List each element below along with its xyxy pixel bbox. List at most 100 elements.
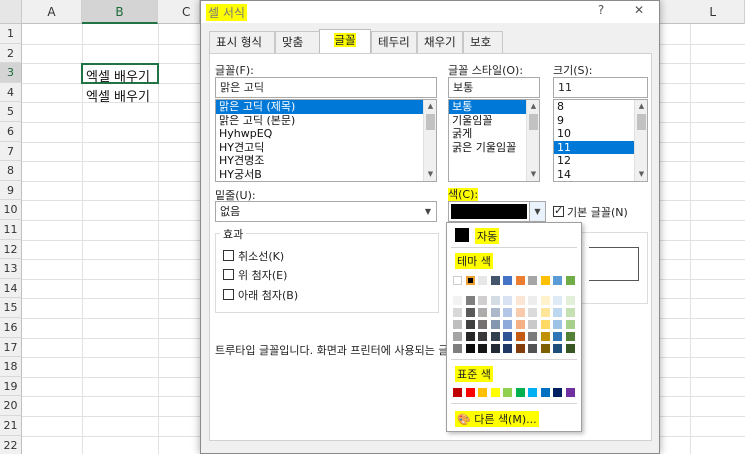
font-list[interactable]: 맑은 고딕 (제목) 맑은 고딕 (본문) HyhwpEQ HY견고딕 HY견명조 HY궁… — [215, 99, 437, 182]
standard-color-swatch[interactable] — [528, 388, 537, 397]
scroll-down-icon[interactable]: ▼ — [527, 168, 539, 181]
normal-font-checkbox[interactable] — [553, 204, 564, 217]
row-header-1[interactable]: 1 — [0, 24, 22, 44]
standard-color-swatch[interactable] — [490, 388, 500, 397]
row-header-7[interactable]: 7 — [0, 141, 22, 162]
standard-color-swatch[interactable] — [478, 388, 487, 397]
row-header-16[interactable]: 16 — [0, 318, 22, 338]
row-header-12[interactable]: 12 — [0, 239, 22, 260]
theme-shade-swatch[interactable] — [465, 332, 475, 341]
theme-shade-swatch[interactable] — [490, 308, 500, 317]
theme-color-swatch[interactable] — [528, 276, 537, 285]
theme-shade-swatch[interactable] — [565, 308, 575, 317]
row-header-3[interactable]: 3 — [0, 63, 22, 83]
theme-color-swatch[interactable] — [553, 276, 562, 285]
row-header-8[interactable]: 8 — [0, 161, 22, 181]
size-input[interactable]: 11 — [553, 77, 648, 98]
theme-shade-swatch[interactable] — [478, 308, 487, 317]
theme-shade-swatch[interactable] — [528, 320, 537, 329]
theme-shade-swatch[interactable] — [515, 296, 525, 305]
row-header-15[interactable]: 15 — [0, 298, 22, 318]
theme-color-swatch[interactable] — [465, 276, 475, 285]
theme-shade-swatch[interactable] — [515, 344, 525, 353]
theme-shade-swatch[interactable] — [490, 332, 500, 341]
theme-shade-swatch[interactable] — [553, 320, 562, 329]
theme-shade-swatch[interactable] — [515, 332, 525, 341]
theme-shade-swatch[interactable] — [540, 344, 550, 353]
column-header-l[interactable]: L — [660, 0, 745, 24]
theme-shade-swatch[interactable] — [478, 296, 487, 305]
theme-shade-swatch[interactable] — [553, 344, 562, 353]
font-input[interactable]: 맑은 고딕 — [215, 77, 437, 98]
theme-shade-swatch[interactable] — [553, 308, 562, 317]
tab-protection[interactable]: 보호 — [463, 31, 503, 53]
theme-shade-swatch[interactable] — [478, 320, 487, 329]
theme-shade-swatch[interactable] — [465, 308, 475, 317]
font-list-item[interactable]: HY궁서B — [216, 168, 436, 182]
row-header-22[interactable]: 22 — [0, 435, 22, 454]
theme-shade-swatch[interactable] — [478, 344, 487, 353]
standard-color-swatch[interactable] — [453, 388, 462, 397]
row-header-14[interactable]: 14 — [0, 278, 22, 299]
cell-b4[interactable]: 엑셀 배우기 — [86, 86, 150, 105]
size-list[interactable]: 8 9 10 11 12 14 ▲ ▼ — [553, 99, 648, 182]
superscript-checkbox[interactable] — [223, 269, 234, 280]
font-style-input[interactable]: 보통 — [448, 77, 540, 98]
chevron-down-icon[interactable]: ▼ — [529, 202, 545, 221]
theme-shade-swatch[interactable] — [490, 296, 500, 305]
standard-color-swatch[interactable] — [553, 388, 562, 397]
theme-shade-swatch[interactable] — [540, 308, 550, 317]
standard-color-swatch[interactable] — [465, 388, 475, 397]
row-header-17[interactable]: 17 — [0, 337, 22, 358]
row-header-18[interactable]: 18 — [0, 357, 22, 377]
row-header-21[interactable]: 21 — [0, 416, 22, 436]
theme-shade-swatch[interactable] — [565, 296, 575, 305]
theme-shade-swatch[interactable] — [490, 344, 500, 353]
row-header-9[interactable]: 9 — [0, 180, 22, 201]
theme-shade-swatch[interactable] — [565, 344, 575, 353]
theme-shade-swatch[interactable] — [515, 308, 525, 317]
help-icon[interactable]: ? — [591, 3, 611, 17]
row-header-2[interactable]: 2 — [0, 43, 22, 64]
theme-shade-swatch[interactable] — [565, 332, 575, 341]
theme-shade-swatch[interactable] — [490, 320, 500, 329]
chevron-down-icon[interactable]: ▼ — [420, 202, 436, 221]
theme-shade-swatch[interactable] — [540, 296, 550, 305]
scroll-up-icon[interactable]: ▲ — [635, 100, 647, 113]
more-colors-option[interactable]: 🎨 다른 색(M)... — [455, 411, 539, 427]
theme-shade-swatch[interactable] — [453, 344, 462, 353]
strikethrough-checkbox[interactable] — [223, 250, 234, 261]
theme-shade-swatch[interactable] — [515, 320, 525, 329]
theme-shade-swatch[interactable] — [503, 344, 512, 353]
font-list-item[interactable]: 맑은 고딕 (제목) — [216, 100, 436, 114]
font-style-list[interactable]: 보통 기울임꼴 굵게 굵은 기울임꼴 ▲ ▼ — [448, 99, 540, 182]
tab-number[interactable]: 표시 형식 — [209, 31, 275, 53]
column-header-b[interactable]: B — [82, 0, 158, 24]
column-header-c[interactable]: C — [158, 0, 200, 24]
font-list-item[interactable]: 맑은 고딕 (본문) — [216, 114, 436, 128]
row-header-19[interactable]: 19 — [0, 376, 22, 397]
row-header-4[interactable]: 4 — [0, 82, 22, 103]
tab-alignment[interactable]: 맞춤 — [275, 31, 321, 53]
column-header-a[interactable]: A — [22, 0, 82, 24]
tab-fill[interactable]: 채우기 — [417, 31, 463, 53]
standard-color-swatch[interactable] — [515, 388, 525, 397]
standard-color-swatch[interactable] — [565, 388, 575, 397]
theme-shade-swatch[interactable] — [465, 296, 475, 305]
row-header-10[interactable]: 10 — [0, 200, 22, 220]
theme-shade-swatch[interactable] — [553, 332, 562, 341]
row-header-5[interactable]: 5 — [0, 102, 22, 122]
row-header-11[interactable]: 11 — [0, 220, 22, 240]
tab-font[interactable]: 글꼴 — [319, 29, 371, 53]
standard-color-swatch[interactable] — [503, 388, 512, 397]
select-all-corner[interactable] — [0, 0, 22, 24]
theme-color-swatch[interactable] — [565, 276, 575, 285]
font-list-item[interactable]: HY견명조 — [216, 154, 436, 168]
font-color-select[interactable]: ▼ — [448, 201, 546, 222]
theme-shade-swatch[interactable] — [478, 332, 487, 341]
row-header-6[interactable]: 6 — [0, 122, 22, 142]
theme-shade-swatch[interactable] — [553, 296, 562, 305]
theme-shade-swatch[interactable] — [540, 332, 550, 341]
underline-select[interactable]: 없음 ▼ — [215, 201, 437, 222]
close-icon[interactable]: ✕ — [629, 3, 649, 17]
